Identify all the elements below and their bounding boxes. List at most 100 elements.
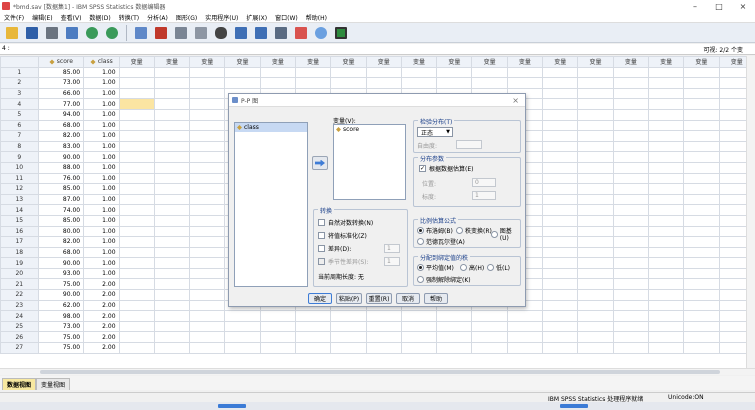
insert-variable-icon[interactable] (253, 25, 269, 41)
insert-cases-icon[interactable] (233, 25, 249, 41)
move-variable-button[interactable] (312, 156, 328, 170)
high-rank-radio[interactable]: 高(H) (460, 263, 484, 272)
empty-cell[interactable] (153, 161, 191, 174)
empty-cell[interactable] (612, 193, 649, 206)
data-cell[interactable]: 1.00 (83, 130, 120, 142)
empty-cell[interactable] (153, 225, 191, 238)
empty-cell[interactable] (577, 161, 614, 174)
data-cell[interactable]: 98.00 (37, 310, 85, 322)
row-number[interactable]: 10 (0, 161, 39, 174)
reset-button[interactable]: 重置(R) (366, 293, 392, 304)
empty-cell[interactable] (153, 320, 191, 333)
close-icon[interactable]: × (731, 2, 755, 11)
empty-cell[interactable] (683, 214, 720, 227)
empty-cell[interactable] (224, 77, 261, 89)
empty-cell[interactable] (153, 310, 191, 322)
help-button[interactable]: 帮助 (424, 293, 448, 304)
estimate-from-data-checkbox[interactable]: ✓ 根据数据估算(E) (419, 164, 473, 173)
empty-cell[interactable] (647, 204, 685, 216)
empty-variable-header[interactable]: 变量 (259, 56, 297, 68)
empty-cell[interactable] (647, 257, 685, 269)
data-split-icon[interactable] (193, 25, 209, 41)
empty-cell[interactable] (542, 161, 579, 174)
row-number[interactable]: 17 (0, 236, 39, 248)
empty-cell[interactable] (647, 278, 685, 291)
empty-cell[interactable] (189, 77, 226, 89)
empty-cell[interactable] (683, 225, 720, 238)
data-cell[interactable]: 85.00 (37, 66, 85, 79)
empty-cell[interactable] (259, 77, 297, 89)
empty-cell[interactable] (365, 320, 402, 333)
empty-cell[interactable] (400, 342, 438, 354)
empty-cell[interactable] (683, 299, 720, 312)
empty-cell[interactable] (471, 66, 508, 79)
empty-cell[interactable] (153, 342, 191, 354)
empty-cell[interactable] (118, 193, 155, 206)
empty-cell[interactable] (542, 119, 579, 132)
empty-cell[interactable] (259, 331, 297, 344)
empty-cell[interactable] (683, 331, 720, 344)
break-ties-radio[interactable]: 强制解除绑定(K) (417, 275, 471, 284)
empty-cell[interactable] (577, 77, 614, 89)
empty-cell[interactable] (612, 246, 649, 259)
empty-cell[interactable] (436, 66, 473, 79)
empty-cell[interactable] (647, 108, 685, 121)
empty-cell[interactable] (118, 183, 155, 195)
empty-cell[interactable] (577, 130, 614, 142)
data-cell[interactable]: 76.00 (37, 172, 85, 185)
empty-cell[interactable] (542, 289, 579, 301)
data-cell[interactable]: 2.00 (83, 331, 120, 344)
empty-cell[interactable] (612, 214, 649, 227)
empty-cell[interactable] (118, 140, 155, 153)
empty-cell[interactable] (471, 77, 508, 89)
empty-cell[interactable] (577, 267, 614, 280)
empty-cell[interactable] (118, 289, 155, 301)
empty-cell[interactable] (542, 140, 579, 153)
empty-cell[interactable] (647, 130, 685, 142)
empty-cell[interactable] (506, 310, 544, 322)
empty-cell[interactable] (647, 161, 685, 174)
empty-cell[interactable] (189, 320, 226, 333)
empty-cell[interactable] (118, 119, 155, 132)
empty-cell[interactable] (118, 320, 155, 333)
empty-cell[interactable] (612, 267, 649, 280)
empty-cell[interactable] (612, 225, 649, 238)
data-cell[interactable]: 2.00 (83, 320, 120, 333)
empty-cell[interactable] (189, 87, 226, 100)
empty-variable-header[interactable]: 变量 (506, 56, 544, 68)
empty-cell[interactable] (189, 257, 226, 269)
empty-cell[interactable] (683, 161, 720, 174)
row-number[interactable]: 2 (0, 77, 39, 89)
data-cell[interactable]: 1.00 (83, 183, 120, 195)
empty-cell[interactable] (577, 289, 614, 301)
empty-cell[interactable] (612, 87, 649, 100)
empty-cell[interactable] (683, 342, 720, 354)
empty-cell[interactable] (542, 77, 579, 89)
empty-cell[interactable] (647, 172, 685, 185)
natural-log-checkbox[interactable]: 自然对数转换(N) (318, 218, 373, 227)
empty-cell[interactable] (330, 320, 367, 333)
empty-cell[interactable] (542, 331, 579, 344)
empty-cell[interactable] (542, 246, 579, 259)
empty-cell[interactable] (542, 320, 579, 333)
empty-variable-header[interactable]: 变量 (118, 56, 155, 68)
empty-cell[interactable] (118, 299, 155, 312)
empty-cell[interactable] (577, 257, 614, 269)
empty-cell[interactable] (683, 77, 720, 89)
empty-cell[interactable] (189, 172, 226, 185)
empty-cell[interactable] (577, 299, 614, 312)
empty-cell[interactable] (542, 193, 579, 206)
menu-help[interactable]: 帮助(H) (302, 13, 331, 22)
data-cell[interactable]: 1.00 (83, 87, 120, 100)
save-icon[interactable] (24, 25, 40, 41)
data-cell[interactable]: 94.00 (37, 108, 85, 121)
empty-cell[interactable] (365, 310, 402, 322)
data-cell[interactable]: 2.00 (83, 342, 120, 354)
empty-cell[interactable] (153, 66, 191, 79)
empty-cell[interactable] (683, 98, 720, 110)
empty-cell[interactable] (647, 66, 685, 79)
data-cell[interactable]: 73.00 (37, 320, 85, 333)
empty-cell[interactable] (612, 119, 649, 132)
empty-cell[interactable] (153, 183, 191, 195)
empty-cell[interactable] (647, 331, 685, 344)
